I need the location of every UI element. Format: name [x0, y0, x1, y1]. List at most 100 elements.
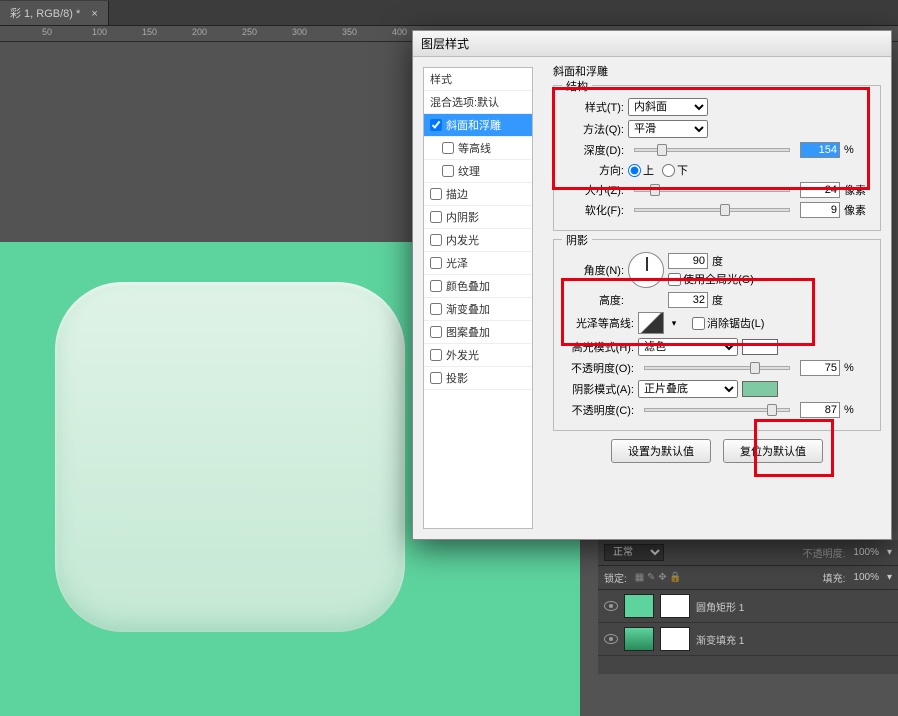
shading-title: 阴影: [562, 232, 592, 248]
contour-checkbox[interactable]: [442, 142, 454, 154]
altitude-input[interactable]: [668, 292, 708, 308]
angle-dial[interactable]: [628, 252, 664, 288]
style-drop-shadow[interactable]: 投影: [424, 367, 532, 390]
bevel-checkbox[interactable]: [430, 119, 442, 131]
style-stroke[interactable]: 描边: [424, 183, 532, 206]
structure-group: 结构 样式(T): 内斜面 方法(Q): 平滑 深度(D): % 方向:: [553, 85, 881, 231]
satin-checkbox[interactable]: [430, 257, 442, 269]
eye-icon[interactable]: [604, 634, 618, 644]
method-select[interactable]: 平滑: [628, 120, 708, 138]
depth-unit: %: [844, 144, 872, 156]
chevron-down-icon[interactable]: ▾: [887, 547, 892, 558]
shadow-color-swatch[interactable]: [742, 381, 778, 397]
depth-label: 深度(D):: [562, 142, 624, 158]
fill-label: 填充:: [823, 570, 846, 585]
shadow-mode-select[interactable]: 正片叠底: [638, 380, 738, 398]
fill-value[interactable]: 100%: [853, 572, 879, 583]
size-unit: 像素: [844, 182, 872, 198]
pattern-overlay-checkbox[interactable]: [430, 326, 442, 338]
shading-group: 阴影 角度(N): 度 使用全局光(G) 高度:: [553, 239, 881, 431]
direction-down-radio[interactable]: 下: [662, 162, 688, 178]
style-contour[interactable]: 等高线: [424, 137, 532, 160]
style-gradient-overlay[interactable]: 渐变叠加: [424, 298, 532, 321]
method-label: 方法(Q):: [562, 121, 624, 137]
opacity-value[interactable]: 100%: [853, 547, 879, 558]
angle-input[interactable]: [668, 253, 708, 269]
gloss-contour-picker[interactable]: [638, 312, 664, 334]
outer-glow-checkbox[interactable]: [430, 349, 442, 361]
style-pattern-overlay[interactable]: 图案叠加: [424, 321, 532, 344]
style-label: 样式(T):: [562, 99, 624, 115]
shadow-opacity-slider[interactable]: [644, 408, 790, 412]
angle-label: 角度(N):: [562, 262, 624, 278]
chevron-down-icon[interactable]: ▾: [887, 572, 892, 583]
reset-default-button[interactable]: 复位为默认值: [723, 439, 823, 463]
altitude-label: 高度:: [562, 292, 624, 308]
global-light-checkbox[interactable]: 使用全局光(G): [668, 271, 754, 287]
style-list-header-styles[interactable]: 样式: [424, 68, 532, 91]
dialog-title[interactable]: 图层样式: [413, 31, 891, 57]
size-input[interactable]: [800, 182, 840, 198]
style-list-header-blend[interactable]: 混合选项:默认: [424, 91, 532, 114]
gradient-overlay-checkbox[interactable]: [430, 303, 442, 315]
highlight-opacity-unit: %: [844, 362, 872, 374]
shadow-opacity-unit: %: [844, 404, 872, 416]
document-tab[interactable]: 彩 1, RGB/8) * ×: [0, 1, 109, 25]
inner-glow-checkbox[interactable]: [430, 234, 442, 246]
size-label: 大小(Z):: [562, 182, 624, 198]
layer-thumbnail[interactable]: [624, 594, 654, 618]
opacity-label: 不透明度:: [803, 545, 846, 560]
stroke-checkbox[interactable]: [430, 188, 442, 200]
style-list: 样式 混合选项:默认 斜面和浮雕 等高线 纹理 描边 内阴影 内发光 光泽 颜色…: [423, 67, 533, 529]
shadow-opacity-label: 不透明度(C):: [562, 402, 634, 418]
layer-mask-thumbnail[interactable]: [660, 627, 690, 651]
style-inner-glow[interactable]: 内发光: [424, 229, 532, 252]
soften-label: 软化(F):: [562, 202, 624, 218]
size-slider[interactable]: [634, 188, 790, 192]
lock-icons[interactable]: ▦ ✎ ✥ 🔒: [635, 572, 682, 583]
depth-slider[interactable]: [634, 148, 790, 152]
eye-icon[interactable]: [604, 601, 618, 611]
gloss-contour-label: 光泽等高线:: [562, 315, 634, 331]
color-overlay-checkbox[interactable]: [430, 280, 442, 292]
highlight-color-swatch[interactable]: [742, 339, 778, 355]
lock-label: 锁定:: [604, 570, 627, 585]
panel-title: 斜面和浮雕: [553, 63, 881, 79]
layer-row[interactable]: 渐变填充 1: [598, 623, 898, 656]
antialias-checkbox[interactable]: 消除锯齿(L): [692, 315, 764, 331]
chevron-down-icon[interactable]: ▾: [668, 318, 680, 329]
highlight-opacity-slider[interactable]: [644, 366, 790, 370]
soften-input[interactable]: [800, 202, 840, 218]
inner-shadow-checkbox[interactable]: [430, 211, 442, 223]
style-select[interactable]: 内斜面: [628, 98, 708, 116]
texture-checkbox[interactable]: [442, 165, 454, 177]
drop-shadow-checkbox[interactable]: [430, 372, 442, 384]
angle-unit: 度: [712, 253, 740, 269]
tab-title: 彩 1, RGB/8) *: [10, 8, 80, 20]
make-default-button[interactable]: 设置为默认值: [611, 439, 711, 463]
altitude-unit: 度: [712, 292, 740, 308]
close-icon[interactable]: ×: [91, 8, 97, 20]
style-texture[interactable]: 纹理: [424, 160, 532, 183]
document-tab-bar: 彩 1, RGB/8) * ×: [0, 0, 898, 26]
style-inner-shadow[interactable]: 内阴影: [424, 206, 532, 229]
depth-input[interactable]: [800, 142, 840, 158]
direction-up-radio[interactable]: 上: [628, 162, 654, 178]
highlight-opacity-input[interactable]: [800, 360, 840, 376]
layer-thumbnail[interactable]: [624, 627, 654, 651]
style-outer-glow[interactable]: 外发光: [424, 344, 532, 367]
blend-mode-select[interactable]: 正常: [604, 544, 664, 561]
soften-slider[interactable]: [634, 208, 790, 212]
shadow-opacity-input[interactable]: [800, 402, 840, 418]
layer-name: 渐变填充 1: [696, 632, 744, 647]
highlight-mode-select[interactable]: 滤色: [638, 338, 738, 356]
rounded-rectangle-shape[interactable]: [55, 282, 405, 632]
layer-name: 圆角矩形 1: [696, 599, 744, 614]
layer-row[interactable]: 圆角矩形 1: [598, 590, 898, 623]
style-satin[interactable]: 光泽: [424, 252, 532, 275]
structure-title: 结构: [562, 78, 592, 94]
highlight-opacity-label: 不透明度(O):: [562, 360, 634, 376]
style-color-overlay[interactable]: 颜色叠加: [424, 275, 532, 298]
layer-mask-thumbnail[interactable]: [660, 594, 690, 618]
style-bevel[interactable]: 斜面和浮雕: [424, 114, 532, 137]
